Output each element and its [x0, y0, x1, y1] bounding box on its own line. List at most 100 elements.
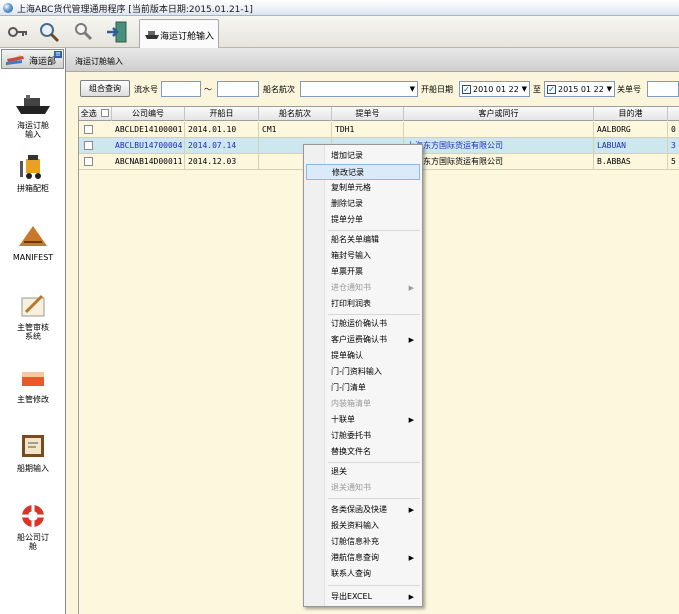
menu-item-edit-record[interactable]: 修改记录 — [306, 164, 420, 180]
vessel-label: 船名航次 — [263, 85, 295, 94]
date-to-checkbox[interactable]: ✓ — [547, 85, 556, 94]
col-destination[interactable]: 目的港 — [594, 107, 668, 121]
col-vessel[interactable]: 船名航次 — [259, 107, 332, 121]
menu-item-warehouse-notice: 进仓通知书 ▶ — [306, 280, 420, 296]
menu-item-label: 港航信息查询 — [331, 553, 379, 562]
menu-item-print-profit[interactable]: 打印利润表 — [306, 296, 420, 312]
key-icon[interactable] — [6, 20, 30, 44]
menu-item-label: 门-门资料输入 — [331, 367, 382, 376]
table-row[interactable]: ABCLDE14100001 2014.01.10 CM1 TDH1 AALBO… — [79, 122, 679, 138]
menu-item-label: 单票开票 — [331, 267, 363, 276]
menu-item-label: 客户运费确认书 — [331, 335, 387, 344]
serial-to-input[interactable] — [217, 81, 259, 97]
menu-item-shut-out[interactable]: 退关 — [306, 464, 420, 480]
menu-item-door-to-door-list[interactable]: 门-门清单 — [306, 380, 420, 396]
sidebar-item-supervisor-edit[interactable]: 主管修改 — [2, 364, 64, 424]
cell-extra: 3 — [668, 138, 679, 154]
sidebar-item-manifest[interactable]: MANIFEST — [2, 222, 64, 282]
menu-item-label: 删除记录 — [331, 199, 363, 208]
sidebar-item-lcl-loading[interactable]: 拼箱配柜 — [2, 153, 64, 213]
menu-item-label: 提单分单 — [331, 215, 363, 224]
menu-item-vessel-customs-edit[interactable]: 船名关单编辑 — [306, 232, 420, 248]
menu-item-label: 打印利润表 — [331, 299, 371, 308]
menu-item-copy-cell[interactable]: 复制单元格 — [306, 180, 420, 196]
menu-item-export-excel[interactable]: 导出EXCEL ▶ — [306, 589, 420, 605]
manifest-icon — [19, 226, 47, 246]
submenu-arrow-icon: ▶ — [408, 554, 414, 562]
menu-item-ten-copy-form[interactable]: 十联单 ▶ — [306, 412, 420, 428]
exit-icon[interactable] — [105, 20, 129, 44]
menu-item-label: 联系人查询 — [331, 569, 371, 578]
menu-item-booking-info-supplement[interactable]: 订舱信息补充 — [306, 534, 420, 550]
menu-item-customs-docs-input[interactable]: 报关资料输入 — [306, 518, 420, 534]
cell-sail-date: 2014.07.14 — [185, 138, 259, 154]
menu-separator — [328, 462, 420, 463]
col-company-id[interactable]: 公司编号 — [112, 107, 185, 121]
date-from-picker[interactable]: ✓ 2010 01 22 ▼ — [459, 81, 530, 97]
approve-icon — [21, 294, 45, 317]
vessel-select[interactable]: ▼ — [300, 81, 418, 97]
menu-item-door-to-door-input[interactable]: 门-门资料输入 — [306, 364, 420, 380]
pin-icon[interactable]: ≡ — [54, 51, 62, 58]
table-header: 全选 公司编号 开船日 船名航次 提单号 客户或同行 目的港 — [79, 107, 679, 121]
menu-item-label: 退关通知书 — [331, 483, 371, 492]
chevron-down-icon: ▼ — [521, 85, 527, 93]
edit-box-icon — [22, 372, 44, 386]
col-extra[interactable] — [668, 107, 679, 121]
panel-title: 海运订舱输入 — [75, 57, 123, 66]
cell-client: 上海东方国际货运有限公司 — [404, 138, 594, 154]
combo-query-button[interactable]: 组合查询 — [80, 80, 130, 97]
menu-item-label: 箱封号输入 — [331, 251, 371, 260]
ship-icon — [16, 95, 50, 114]
forklift-icon — [20, 155, 41, 179]
menu-item-bl-confirm[interactable]: 提单确认 — [306, 348, 420, 364]
cell-vessel: CM1 — [259, 122, 332, 138]
search-icon[interactable] — [37, 20, 61, 44]
sidebar-item-schedule-input[interactable]: 船期输入 — [2, 433, 64, 493]
menu-item-rename-file[interactable]: 替换文件名 — [306, 444, 420, 460]
col-client[interactable]: 客户或同行 — [404, 107, 594, 121]
bl-input[interactable] — [647, 81, 679, 97]
sidebar: 海运部 ≡ 海运订舱 输入 拼箱配柜 MANIFEST 主管审核 系统 主管修改… — [0, 48, 66, 614]
row-checkbox[interactable] — [84, 141, 93, 150]
menu-item-customer-freight-confirm[interactable]: 客户运费确认书 ▶ — [306, 332, 420, 348]
submenu-arrow-icon: ▶ — [408, 506, 414, 514]
menu-item-add-record[interactable]: 增加记录 — [306, 148, 420, 164]
row-checkbox[interactable] — [84, 157, 93, 166]
dept-header[interactable]: 海运部 ≡ — [1, 49, 64, 69]
menu-separator — [328, 498, 420, 499]
pencils-icon — [5, 55, 24, 66]
col-sail-date[interactable]: 开船日 — [185, 107, 259, 121]
menu-item-port-shipping-query[interactable]: 港航信息查询 ▶ — [306, 550, 420, 566]
serial-from-input[interactable] — [161, 81, 201, 97]
menu-item-contact-query[interactable]: 联系人查询 — [306, 566, 420, 582]
date-to-picker[interactable]: ✓ 2015 01 22 ▼ — [544, 81, 615, 97]
tab-sea-booking[interactable]: 海运订舱输入 — [139, 19, 219, 48]
sidebar-item-supervisor-review[interactable]: 主管审核 系统 — [2, 292, 64, 352]
menu-separator — [328, 230, 420, 231]
select-all-checkbox[interactable] — [101, 109, 110, 117]
submenu-arrow-icon: ▶ — [408, 416, 414, 424]
sidebar-item-carrier-booking[interactable]: 船公司订 舱 — [2, 502, 64, 562]
sidebar-item-sea-booking[interactable]: 海运订舱 输入 — [2, 90, 64, 150]
menu-item-label: 内装箱清单 — [331, 399, 371, 408]
menu-item-container-seal-input[interactable]: 箱封号输入 — [306, 248, 420, 264]
cell-bl-no: TDH1 — [332, 122, 404, 138]
menu-item-split-bl[interactable]: 提单分单 — [306, 212, 420, 228]
date-to-value: 2015 01 22 — [558, 85, 604, 94]
cell-destination: AALBORG — [594, 122, 668, 138]
select-all-header[interactable]: 全选 — [79, 107, 112, 121]
menu-item-single-invoice[interactable]: 单票开票 — [306, 264, 420, 280]
menu-item-delete-record[interactable]: 删除记录 — [306, 196, 420, 212]
menu-item-label: 替换文件名 — [331, 447, 371, 456]
title-bar: 上海ABC货代管理通用程序 [当前版本日期:2015.01.21-1] — [0, 0, 679, 16]
row-checkbox[interactable] — [84, 125, 93, 134]
menu-item-booking-authorization[interactable]: 订舱委托书 — [306, 428, 420, 444]
date-from-checkbox[interactable]: ✓ — [462, 85, 471, 94]
menu-item-booking-rate-confirm[interactable]: 订舱运价确认书 — [306, 316, 420, 332]
menu-item-guarantees-express[interactable]: 各类保函及快递 ▶ — [306, 502, 420, 518]
sidebar-item-label: 船期输入 — [17, 464, 49, 473]
ship-icon — [145, 31, 159, 39]
find-icon[interactable] — [72, 20, 96, 44]
col-bl-no[interactable]: 提单号 — [332, 107, 404, 121]
